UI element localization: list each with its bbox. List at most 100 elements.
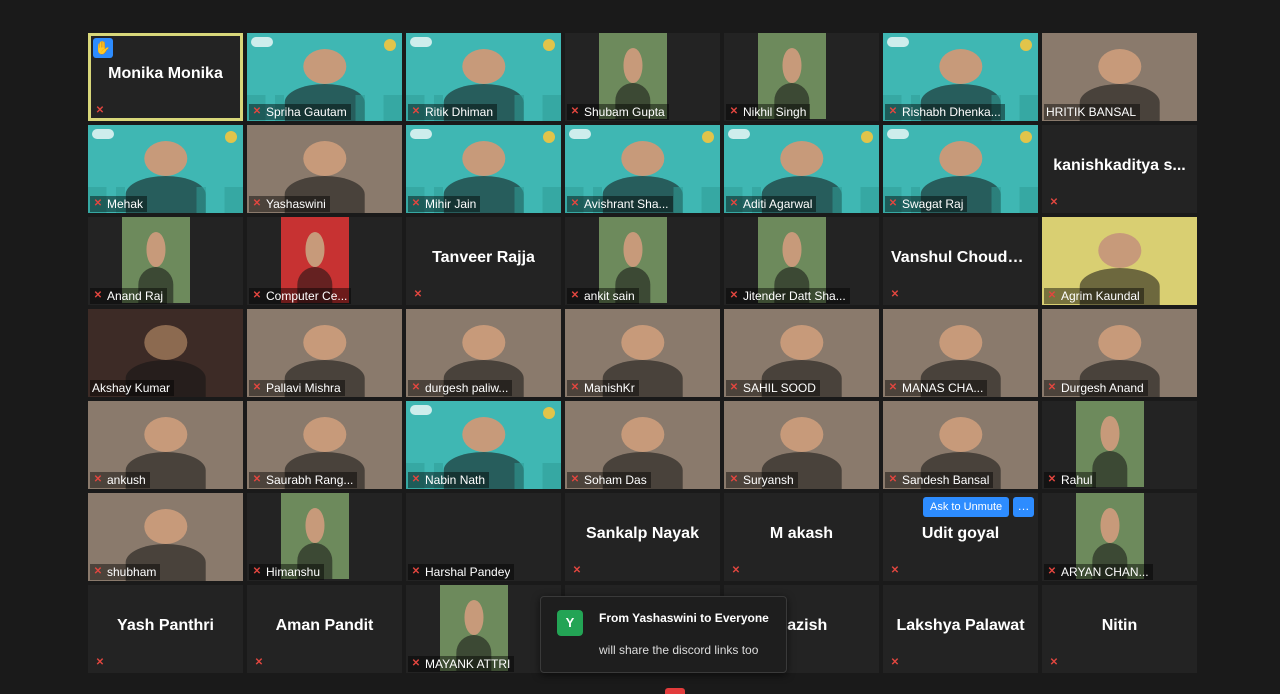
club-logo-icon [569,129,591,139]
muted-mic-icon: ✕ [411,566,421,577]
participant-tile[interactable]: ✋ Monika Monika ✕ [88,33,243,121]
participant-name: Pallavi Mishra [266,381,341,395]
participant-tile[interactable]: ✕ Avishrant Sha... [565,125,720,213]
participant-tile[interactable]: Sankalp Nayak ✕ [565,493,720,581]
muted-mic-icon: ✕ [570,106,580,117]
participant-tile[interactable]: Nitin ✕ [1042,585,1197,673]
participant-tile[interactable]: HRITIK BANSAL [1042,33,1197,121]
participant-name: Akshay Kumar [92,381,171,395]
participant-tile[interactable]: ✕ shubham [88,493,243,581]
club-logo-icon [410,405,432,415]
badge-icon [702,131,714,143]
participant-tile[interactable]: ✕ ankush [88,401,243,489]
muted-mic-icon: ✕ [252,474,262,485]
participant-namebar: ✕ Avishrant Sha... [567,196,673,212]
participant-tile[interactable]: ✕ Nikhil Singh [724,33,879,121]
muted-mic-icon: ✕ [888,198,898,209]
participant-name-large: Lakshya Palawat [896,617,1025,634]
participant-tile[interactable]: ✕ ankit sain [565,217,720,305]
participant-name: ARYAN CHAN... [1061,565,1149,579]
badge-icon [225,131,237,143]
participant-tile[interactable]: ✕ Soham Das [565,401,720,489]
participant-tile[interactable]: Udit goyal ✕ Ask to Unmute… [883,493,1038,581]
muted-mic-icon: ✕ [731,565,741,576]
participant-tile[interactable]: ✕ Mehak [88,125,243,213]
participant-name: SAHIL SOOD [743,381,816,395]
participant-tile[interactable]: Tanveer Rajja ✕ [406,217,561,305]
participant-namebar: ✕ ankit sain [567,288,639,304]
participant-tile[interactable]: ✕ Suryansh [724,401,879,489]
participant-tile[interactable]: ✕ Himanshu [247,493,402,581]
participant-tile[interactable]: M akash ✕ [724,493,879,581]
ask-to-unmute-button[interactable]: Ask to Unmute [923,497,1010,517]
participant-tile[interactable]: ✕ ManishKr [565,309,720,397]
participant-tile[interactable]: Vanshul Choudh... ✕ [883,217,1038,305]
muted-mic-icon: ✕ [890,565,900,576]
muted-mic-icon: ✕ [890,657,900,668]
participant-namebar: ✕ Rahul [1044,472,1097,488]
participant-tile[interactable]: ✕ MANAS CHA... [883,309,1038,397]
participant-tile[interactable]: ✕ Swagat Raj [883,125,1038,213]
participant-tile[interactable]: ✕ MAYANK ATTRI [406,585,561,673]
muted-mic-icon: ✕ [93,474,103,485]
participant-name: shubham [107,565,157,579]
muted-mic-icon: ✕ [570,198,580,209]
participant-tile[interactable]: ✕ Spriha Gautam [247,33,402,121]
muted-mic-icon: ✕ [93,290,103,301]
participant-name: Nabin Nath [425,473,486,487]
chat-notification[interactable]: Y From Yashaswini to Everyone will share… [540,596,787,673]
participant-namebar: ✕ shubham [90,564,161,580]
participant-tile[interactable]: kanishkaditya s... ✕ [1042,125,1197,213]
participant-tile[interactable]: ✕ Rahul [1042,401,1197,489]
participant-namebar: ✕ Spriha Gautam [249,104,351,120]
participant-name: MANAS CHA... [902,381,984,395]
muted-mic-icon: ✕ [1047,566,1057,577]
participant-tile[interactable]: ✕ Computer Ce... [247,217,402,305]
participant-tile[interactable]: ✕ Pallavi Mishra [247,309,402,397]
participant-tile[interactable]: ✕ Harshal Pandey [406,493,561,581]
participant-tile[interactable]: ✕ ARYAN CHAN... [1042,493,1197,581]
muted-mic-icon: ✕ [729,198,739,209]
participant-tile[interactable]: ✕ Rishabh Dhenka... [883,33,1038,121]
club-logo-icon [887,37,909,47]
participant-name: Nikhil Singh [743,105,807,119]
participant-tile[interactable]: ✕ Durgesh Anand [1042,309,1197,397]
participant-tile[interactable]: ✕ durgesh paliw... [406,309,561,397]
club-logo-icon [410,37,432,47]
muted-mic-icon: ✕ [252,382,262,393]
participant-tile[interactable]: Akshay Kumar [88,309,243,397]
more-options-button[interactable]: … [1013,497,1034,517]
badge-icon [384,39,396,51]
participant-tile[interactable]: ✕ Agrim Kaundal [1042,217,1197,305]
muted-mic-icon: ✕ [252,198,262,209]
participant-tile[interactable]: Yash Panthri ✕ [88,585,243,673]
participant-name: ManishKr [584,381,635,395]
participant-namebar: ✕ Himanshu [249,564,325,580]
participant-namebar: ✕ Computer Ce... [249,288,352,304]
participant-tile[interactable]: Lakshya Palawat ✕ [883,585,1038,673]
chat-unread-badge[interactable] [665,688,685,694]
participant-tile[interactable]: ✕ Nabin Nath [406,401,561,489]
participant-namebar: ✕ Rishabh Dhenka... [885,104,1005,120]
participant-name: durgesh paliw... [425,381,509,395]
participant-namebar: ✕ Agrim Kaundal [1044,288,1144,304]
participant-tile[interactable]: ✕ Yashaswini [247,125,402,213]
participant-tile[interactable]: ✕ Anand Raj [88,217,243,305]
participant-tile[interactable]: ✕ Sandesh Bansal [883,401,1038,489]
participant-namebar: ✕ Nikhil Singh [726,104,811,120]
participant-tile[interactable]: ✕ Jitender Datt Sha... [724,217,879,305]
participant-tile[interactable]: ✕ SAHIL SOOD [724,309,879,397]
participant-name: Sandesh Bansal [902,473,990,487]
participant-tile[interactable]: ✕ Saurabh Rang... [247,401,402,489]
participant-tile[interactable]: Aman Pandit ✕ [247,585,402,673]
chat-message: will share the discord links too [599,643,759,657]
participant-name: Saurabh Rang... [266,473,354,487]
participant-tile[interactable]: ✕ Shubam Gupta [565,33,720,121]
participant-tile[interactable]: ✕ Mihir Jain [406,125,561,213]
participant-name: Avishrant Sha... [584,197,669,211]
participant-tile[interactable]: ✕ Aditi Agarwal [724,125,879,213]
participant-name: ankush [107,473,146,487]
participant-tile[interactable]: ✕ Ritik Dhiman [406,33,561,121]
participant-namebar: ✕ Jitender Datt Sha... [726,288,850,304]
participant-name: Aditi Agarwal [743,197,813,211]
